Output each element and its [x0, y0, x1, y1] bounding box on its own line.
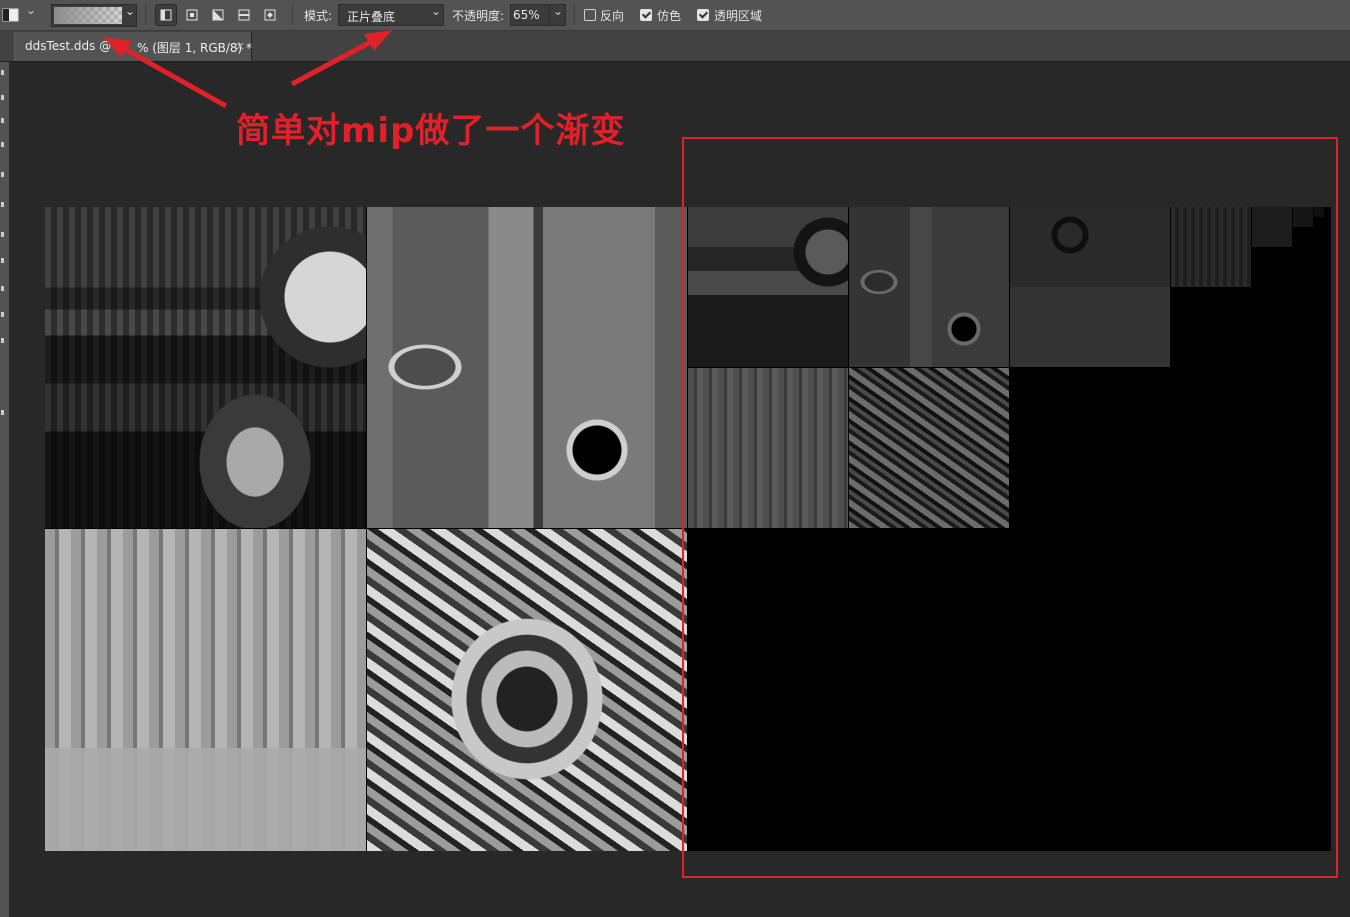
annotation-arrow-right	[290, 34, 382, 87]
annotation-arrows	[103, 30, 392, 109]
annotation-arrow-left	[110, 39, 228, 109]
arrowhead-left-icon	[103, 37, 132, 57]
annotation-text: 简单对mip做了一个渐变	[236, 111, 626, 151]
arrowhead-right-icon	[364, 30, 392, 51]
